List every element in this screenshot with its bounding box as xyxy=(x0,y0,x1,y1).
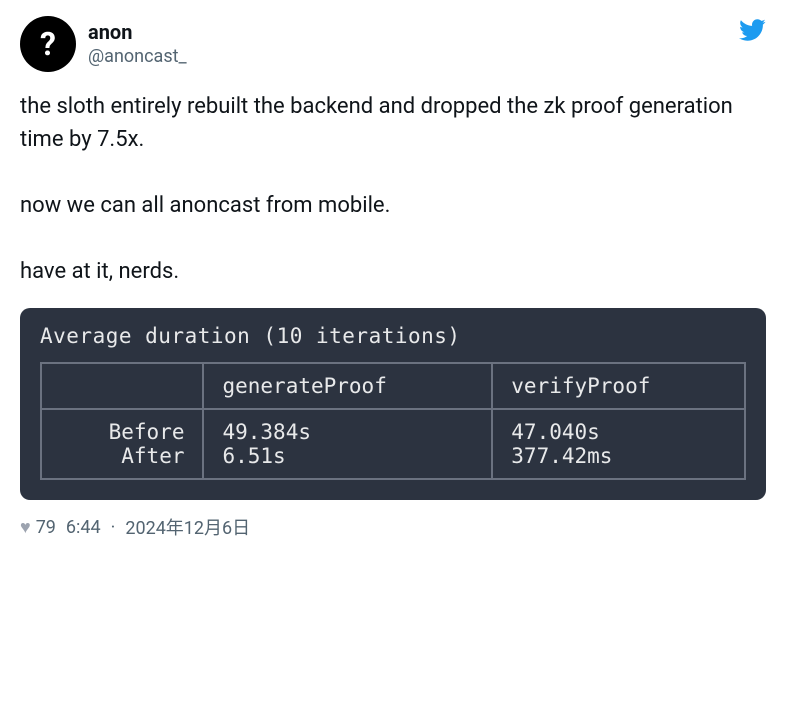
avatar[interactable]: ? xyxy=(20,16,76,72)
row-label-after: After xyxy=(41,444,203,479)
avatar-glyph: ? xyxy=(40,25,56,63)
author-block[interactable]: ? anon @anoncast_ xyxy=(20,16,187,72)
author-names: anon @anoncast_ xyxy=(88,19,187,68)
separator-dot: · xyxy=(111,517,116,538)
row-label-before: Before xyxy=(41,409,203,444)
handle[interactable]: @anoncast_ xyxy=(88,45,187,68)
code-title: Average duration (10 iterations) xyxy=(40,324,746,348)
like-count: 79 xyxy=(36,517,56,538)
tweet-header: ? anon @anoncast_ xyxy=(20,16,766,72)
table-header-empty xyxy=(41,363,203,409)
benchmark-table: generateProof verifyProof Before 49.384s… xyxy=(40,362,746,480)
display-name[interactable]: anon xyxy=(88,19,187,45)
tweet-time[interactable]: 6:44 xyxy=(66,517,101,538)
cell-before-verify: 47.040s xyxy=(492,409,745,444)
cell-before-generate: 49.384s xyxy=(203,409,492,444)
twitter-bird-icon[interactable] xyxy=(738,16,766,48)
tweet-text: the sloth entirely rebuilt the backend a… xyxy=(20,90,766,288)
table-header-verify: verifyProof xyxy=(492,363,745,409)
like-button[interactable]: ♥ 79 xyxy=(20,517,56,538)
tweet-date[interactable]: 2024年12月6日 xyxy=(125,514,250,540)
cell-after-verify: 377.42ms xyxy=(492,444,745,479)
table-row: After 6.51s 377.42ms xyxy=(41,444,745,479)
cell-after-generate: 6.51s xyxy=(203,444,492,479)
table-header-row: generateProof verifyProof xyxy=(41,363,745,409)
tweet-footer: ♥ 79 6:44 · 2024年12月6日 xyxy=(20,514,766,540)
heart-icon: ♥ xyxy=(20,517,31,538)
benchmark-code-block: Average duration (10 iterations) generat… xyxy=(20,308,766,500)
table-row: Before 49.384s 47.040s xyxy=(41,409,745,444)
table-header-generate: generateProof xyxy=(203,363,492,409)
